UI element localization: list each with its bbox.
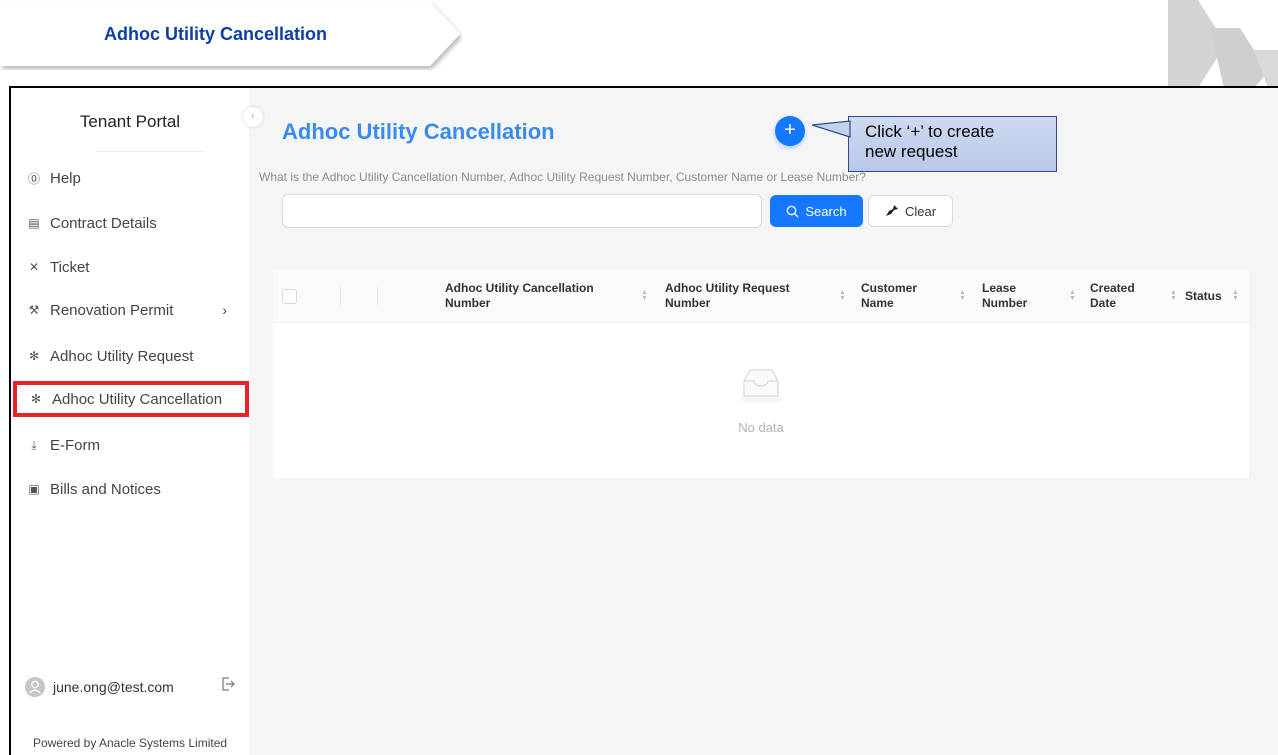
sort-icon[interactable]: ▲ ▼: [839, 289, 846, 302]
sidebar-item-adhoc-utility-request[interactable]: ✻ Adhoc Utility Request: [11, 339, 249, 373]
sort-icon[interactable]: ▲ ▼: [1232, 289, 1239, 302]
page-title: Adhoc Utility Cancellation: [282, 119, 555, 144]
sidebar-item-e-form[interactable]: ⤓ E-Form: [11, 428, 249, 462]
sort-icon[interactable]: ▲ ▼: [641, 289, 648, 302]
column-header-label: Number: [982, 296, 1028, 310]
sidebar-item-adhoc-utility-cancellation[interactable]: ✻ Adhoc Utility Cancellation: [13, 381, 249, 417]
column-header-label: Lease: [982, 281, 1017, 295]
column-separator: [340, 287, 341, 305]
results-table: Adhoc Utility Cancellation Number ▲ ▼ Adho…: [273, 269, 1249, 478]
column-header-label: Number: [445, 296, 491, 310]
column-header-label: Created: [1090, 281, 1135, 295]
column-header-label: Status: [1185, 288, 1222, 303]
logout-icon[interactable]: [220, 676, 236, 697]
document-icon: ▤: [28, 216, 40, 230]
table-header: Adhoc Utility Cancellation Number ▲ ▼ Adho…: [273, 269, 1249, 323]
sidebar-item-contract-details[interactable]: ▤ Contract Details: [11, 206, 249, 240]
column-header-label: Adhoc Utility Request: [665, 281, 790, 295]
sidebar-item-label: Ticket: [50, 258, 90, 276]
app-window: Tenant Portal ⓪ Help ▤ Contract Details …: [9, 86, 1278, 755]
powered-by-footer: Powered by Anacle Systems Limited: [32, 736, 228, 750]
empty-inbox-icon: [739, 369, 783, 403]
select-all-checkbox[interactable]: [282, 289, 297, 304]
sidebar-item-label: Adhoc Utility Cancellation: [52, 390, 223, 408]
download-icon: ⤓: [31, 437, 37, 452]
sidebar-item-label: Adhoc Utility Request: [50, 347, 194, 365]
column-header-customer-name[interactable]: Customer Name: [861, 269, 951, 323]
app-title: Tenant Portal: [79, 112, 181, 131]
clear-button-label: Clear: [904, 203, 937, 219]
column-header-label: Number: [665, 296, 711, 310]
bill-icon: ▣: [28, 482, 40, 496]
column-header-lease-number[interactable]: Lease Number: [982, 269, 1062, 323]
callout-annotation: Click ‘+’ to create new request: [848, 116, 1057, 172]
renovation-icon: ⚒: [28, 303, 40, 317]
sidebar-item-ticket[interactable]: ✕ Ticket: [11, 250, 249, 284]
tools-icon: ✕: [28, 260, 40, 274]
column-header-label: Date: [1090, 296, 1117, 310]
clear-button[interactable]: Clear: [868, 195, 953, 227]
sort-icon[interactable]: ▲ ▼: [1170, 289, 1177, 302]
user-email: june.ong@test.com: [53, 679, 174, 695]
callout-line-1: Click ‘+’ to create: [865, 122, 995, 141]
slide: Adhoc Utility Cancellation Tenant Portal…: [0, 0, 1278, 755]
sidebar-divider: [97, 151, 205, 152]
column-header-created-date[interactable]: Created Date: [1090, 269, 1170, 323]
column-header-status[interactable]: Status: [1185, 269, 1235, 323]
search-input[interactable]: [282, 194, 762, 228]
search-icon: [787, 205, 799, 217]
avatar: [25, 677, 45, 697]
chevron-right-icon: ›: [222, 302, 227, 318]
add-request-button[interactable]: +: [775, 116, 805, 146]
column-header-label: Adhoc Utility Cancellation: [445, 281, 594, 295]
user-profile[interactable]: june.ong@test.com: [25, 675, 245, 699]
question-circle-icon: ⓪: [27, 171, 40, 186]
empty-state-text: No data: [738, 420, 784, 435]
callout-line-2: new request: [865, 142, 958, 161]
company-logo: [1168, 0, 1278, 86]
search-hint: What is the Adhoc Utility Cancellation N…: [259, 170, 866, 184]
search-button[interactable]: Search: [770, 195, 863, 227]
sidebar-item-label: Renovation Permit: [50, 301, 174, 319]
column-separator: [377, 287, 378, 305]
sidebar: Tenant Portal ⓪ Help ▤ Contract Details …: [11, 88, 249, 755]
sidebar-item-bills-and-notices[interactable]: ▣ Bills and Notices: [11, 472, 249, 506]
sidebar-item-label: Contract Details: [50, 214, 157, 232]
sidebar-item-label: E-Form: [50, 436, 100, 454]
sidebar-item-help[interactable]: ⓪ Help: [11, 161, 249, 195]
column-header-request-number[interactable]: Adhoc Utility Request Number: [665, 269, 835, 323]
column-header-label: Name: [861, 296, 894, 310]
sort-icon[interactable]: ▲ ▼: [959, 289, 966, 302]
search-button-label: Search: [805, 203, 847, 219]
column-header-cancellation-number[interactable]: Adhoc Utility Cancellation Number: [445, 269, 635, 323]
utility-icon: ✻: [28, 349, 40, 363]
callout-pointer: [812, 120, 851, 138]
sidebar-item-label: Help: [50, 169, 81, 187]
column-header-label: Customer: [861, 281, 918, 295]
broom-icon: [885, 205, 898, 216]
collapse-sidebar-button[interactable]: ‹: [243, 107, 263, 127]
slide-title: Adhoc Utility Cancellation: [104, 24, 328, 44]
sort-icon[interactable]: ▲ ▼: [1069, 289, 1076, 302]
sidebar-item-renovation-permit[interactable]: ⚒ Renovation Permit ›: [11, 293, 249, 327]
sidebar-item-label: Bills and Notices: [50, 480, 161, 498]
utility-icon: ✻: [30, 392, 42, 406]
